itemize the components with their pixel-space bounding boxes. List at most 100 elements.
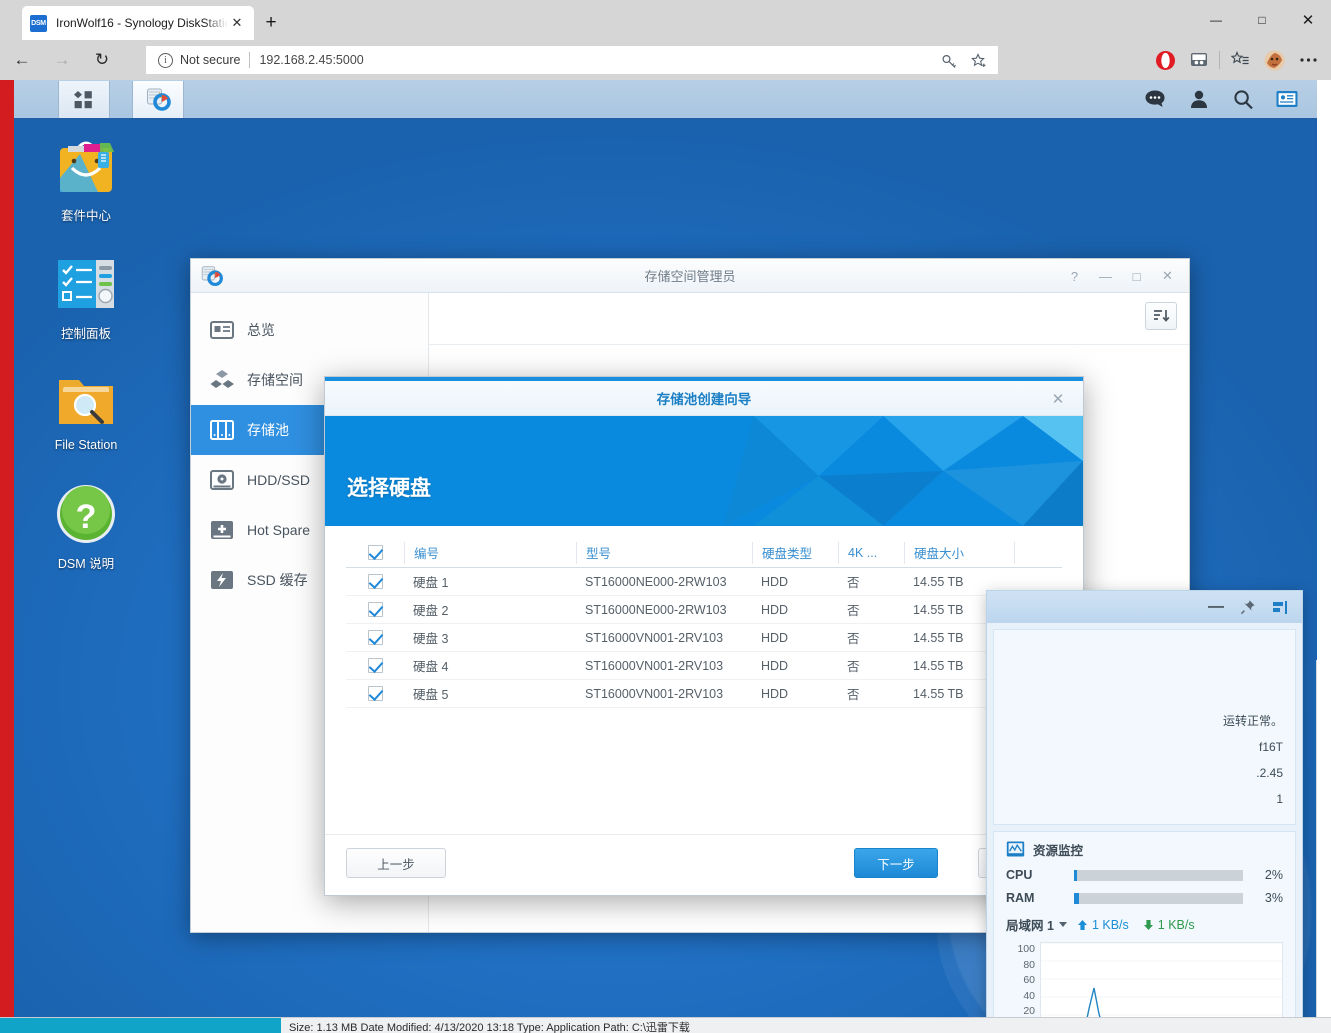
dsm-page: 套件中心 控制 [14,80,1317,1033]
storage-manager-title: 存储空间管理员 [191,266,1189,285]
forward-icon[interactable]: → [44,44,80,76]
desktop-icon-control-panel[interactable]: 控制面板 [31,252,141,342]
widget-minimize-button[interactable]: — [1200,592,1232,622]
disk-selection-table: 编号 型号 硬盘类型 4K ... 硬盘大小 硬盘 1 ST16000NE0 [346,538,1062,708]
desktop-icon-package-center[interactable]: 套件中心 [31,134,141,224]
collections-icon[interactable] [1182,46,1216,74]
add-favorite-icon[interactable] [964,49,994,73]
more-icon[interactable] [1291,46,1325,74]
user-icon[interactable] [1177,80,1221,118]
checkbox-icon [368,658,383,673]
table-row[interactable]: 硬盘 2 ST16000NE000-2RW103 HDD 否 14.55 TB [346,596,1062,624]
sm-help-button[interactable]: ? [1059,259,1090,293]
table-row[interactable]: 硬盘 4 ST16000VN001-2RV103 HDD 否 14.55 TB [346,652,1062,680]
cell-type: HDD [752,687,838,701]
next-button[interactable]: 下一步 [854,848,938,878]
page-right-edge [1317,80,1331,1017]
upload-stat: 1 KB/s [1077,918,1129,932]
disk-icon [209,467,235,493]
network-interface-label[interactable]: 局域网 1 [1006,915,1054,934]
sm-minimize-button[interactable]: — [1090,259,1121,293]
y-tick: 80 [1006,959,1035,971]
profile-avatar-icon[interactable] [1257,46,1291,74]
system-health-ip: .2.45 [1006,760,1283,786]
storage-manager-titlebar[interactable]: 存储空间管理员 ? — □ ✕ [191,259,1189,293]
ram-label: RAM [1006,891,1074,905]
dock-icon[interactable] [1264,592,1296,622]
cell-4k: 否 [838,628,904,647]
pin-icon[interactable] [1232,592,1264,622]
desktop-icon-file-station[interactable]: File Station [31,367,141,452]
row-checkbox[interactable] [346,630,404,645]
cell-type: HDD [752,575,838,589]
cpu-row: CPU 2% [1006,868,1283,882]
dsm-help-icon: ? [54,482,118,546]
widgets-icon[interactable] [1265,80,1309,118]
cell-id: 硬盘 5 [404,684,576,703]
cell-type: HDD [752,603,838,617]
status-bar-text: Size: 1.13 MB Date Modified: 4/13/2020 1… [289,1019,690,1033]
sort-descending-icon[interactable] [1145,302,1177,330]
cell-model: ST16000NE000-2RW103 [576,575,752,589]
row-checkbox[interactable] [346,602,404,617]
column-header-type[interactable]: 硬盘类型 [752,542,838,564]
wizard-titlebar[interactable]: 存储池创建向导 ✕ [325,381,1083,416]
download-value: 1 KB/s [1158,918,1195,932]
chevron-down-icon[interactable] [1059,922,1067,927]
new-tab-button[interactable]: + [258,10,284,36]
checkbox-icon [368,545,383,560]
info-icon: i [158,53,173,68]
window-minimize-button[interactable]: — [1193,0,1239,40]
back-icon[interactable]: ← [4,44,40,76]
favorites-list-icon[interactable] [1223,46,1257,74]
taskbar-storage-manager-button[interactable] [132,81,184,118]
sm-maximize-button[interactable]: □ [1121,259,1152,293]
window-close-button[interactable]: ✕ [1285,0,1331,40]
notifications-icon[interactable] [1133,80,1177,118]
row-checkbox[interactable] [346,686,404,701]
dsm-widget-panel: — 运转正常。 f16T .2.45 1 [986,590,1303,1033]
window-maximize-button[interactable]: □ [1239,0,1285,40]
storage-manager-toolbar [429,293,1189,345]
tab-title: IronWolf16 - Synology DiskStatio [56,16,228,30]
cell-4k: 否 [838,684,904,703]
cell-4k: 否 [838,656,904,675]
widget-titlebar[interactable]: — [987,591,1302,623]
table-row[interactable]: 硬盘 3 ST16000VN001-2RV103 HDD 否 14.55 TB [346,624,1062,652]
sidebar-item-label: 存储池 [247,420,289,440]
desktop-icon-label: 控制面板 [31,323,141,342]
back-button[interactable]: 上一步 [346,848,446,878]
desktop-icon-dsm-help[interactable]: ? DSM 说明 [31,482,141,572]
upload-arrow-icon [1077,919,1088,931]
select-all-checkbox[interactable] [346,542,404,564]
pool-icon [209,417,235,443]
reload-icon[interactable]: ↻ [84,44,120,76]
column-header-size[interactable]: 硬盘大小 [904,542,1014,564]
row-checkbox[interactable] [346,574,404,589]
dsm-main-menu-button[interactable] [58,81,110,118]
dsm-desktop: 套件中心 控制 [14,120,1317,1033]
file-station-icon [54,367,118,431]
upload-value: 1 KB/s [1092,918,1129,932]
y-tick: 100 [1006,943,1035,955]
key-icon[interactable] [934,49,964,73]
table-row[interactable]: 硬盘 1 ST16000NE000-2RW103 HDD 否 14.55 TB [346,568,1062,596]
address-bar[interactable]: i Not secure 192.168.2.45:5000 [146,46,998,74]
column-header-model[interactable]: 型号 [576,542,752,564]
browser-tab[interactable]: DSM IronWolf16 - Synology DiskStatio ✕ [22,6,254,40]
wizard-close-icon[interactable]: ✕ [1041,381,1075,416]
overview-icon [209,317,235,343]
column-header-4k[interactable]: 4K ... [838,542,904,564]
sidebar-item-overview[interactable]: 总览 [191,305,428,355]
row-checkbox[interactable] [346,658,404,673]
cell-model: ST16000VN001-2RV103 [576,631,752,645]
cell-id: 硬盘 1 [404,572,576,591]
download-arrow-icon [1143,919,1154,931]
tab-close-icon[interactable]: ✕ [228,14,246,32]
sm-close-button[interactable]: ✕ [1152,259,1183,293]
column-header-id[interactable]: 编号 [404,542,576,564]
table-row[interactable]: 硬盘 5 ST16000VN001-2RV103 HDD 否 14.55 TB [346,680,1062,708]
opera-icon[interactable] [1148,46,1182,74]
search-icon[interactable] [1221,80,1265,118]
svg-text:?: ? [76,498,97,536]
